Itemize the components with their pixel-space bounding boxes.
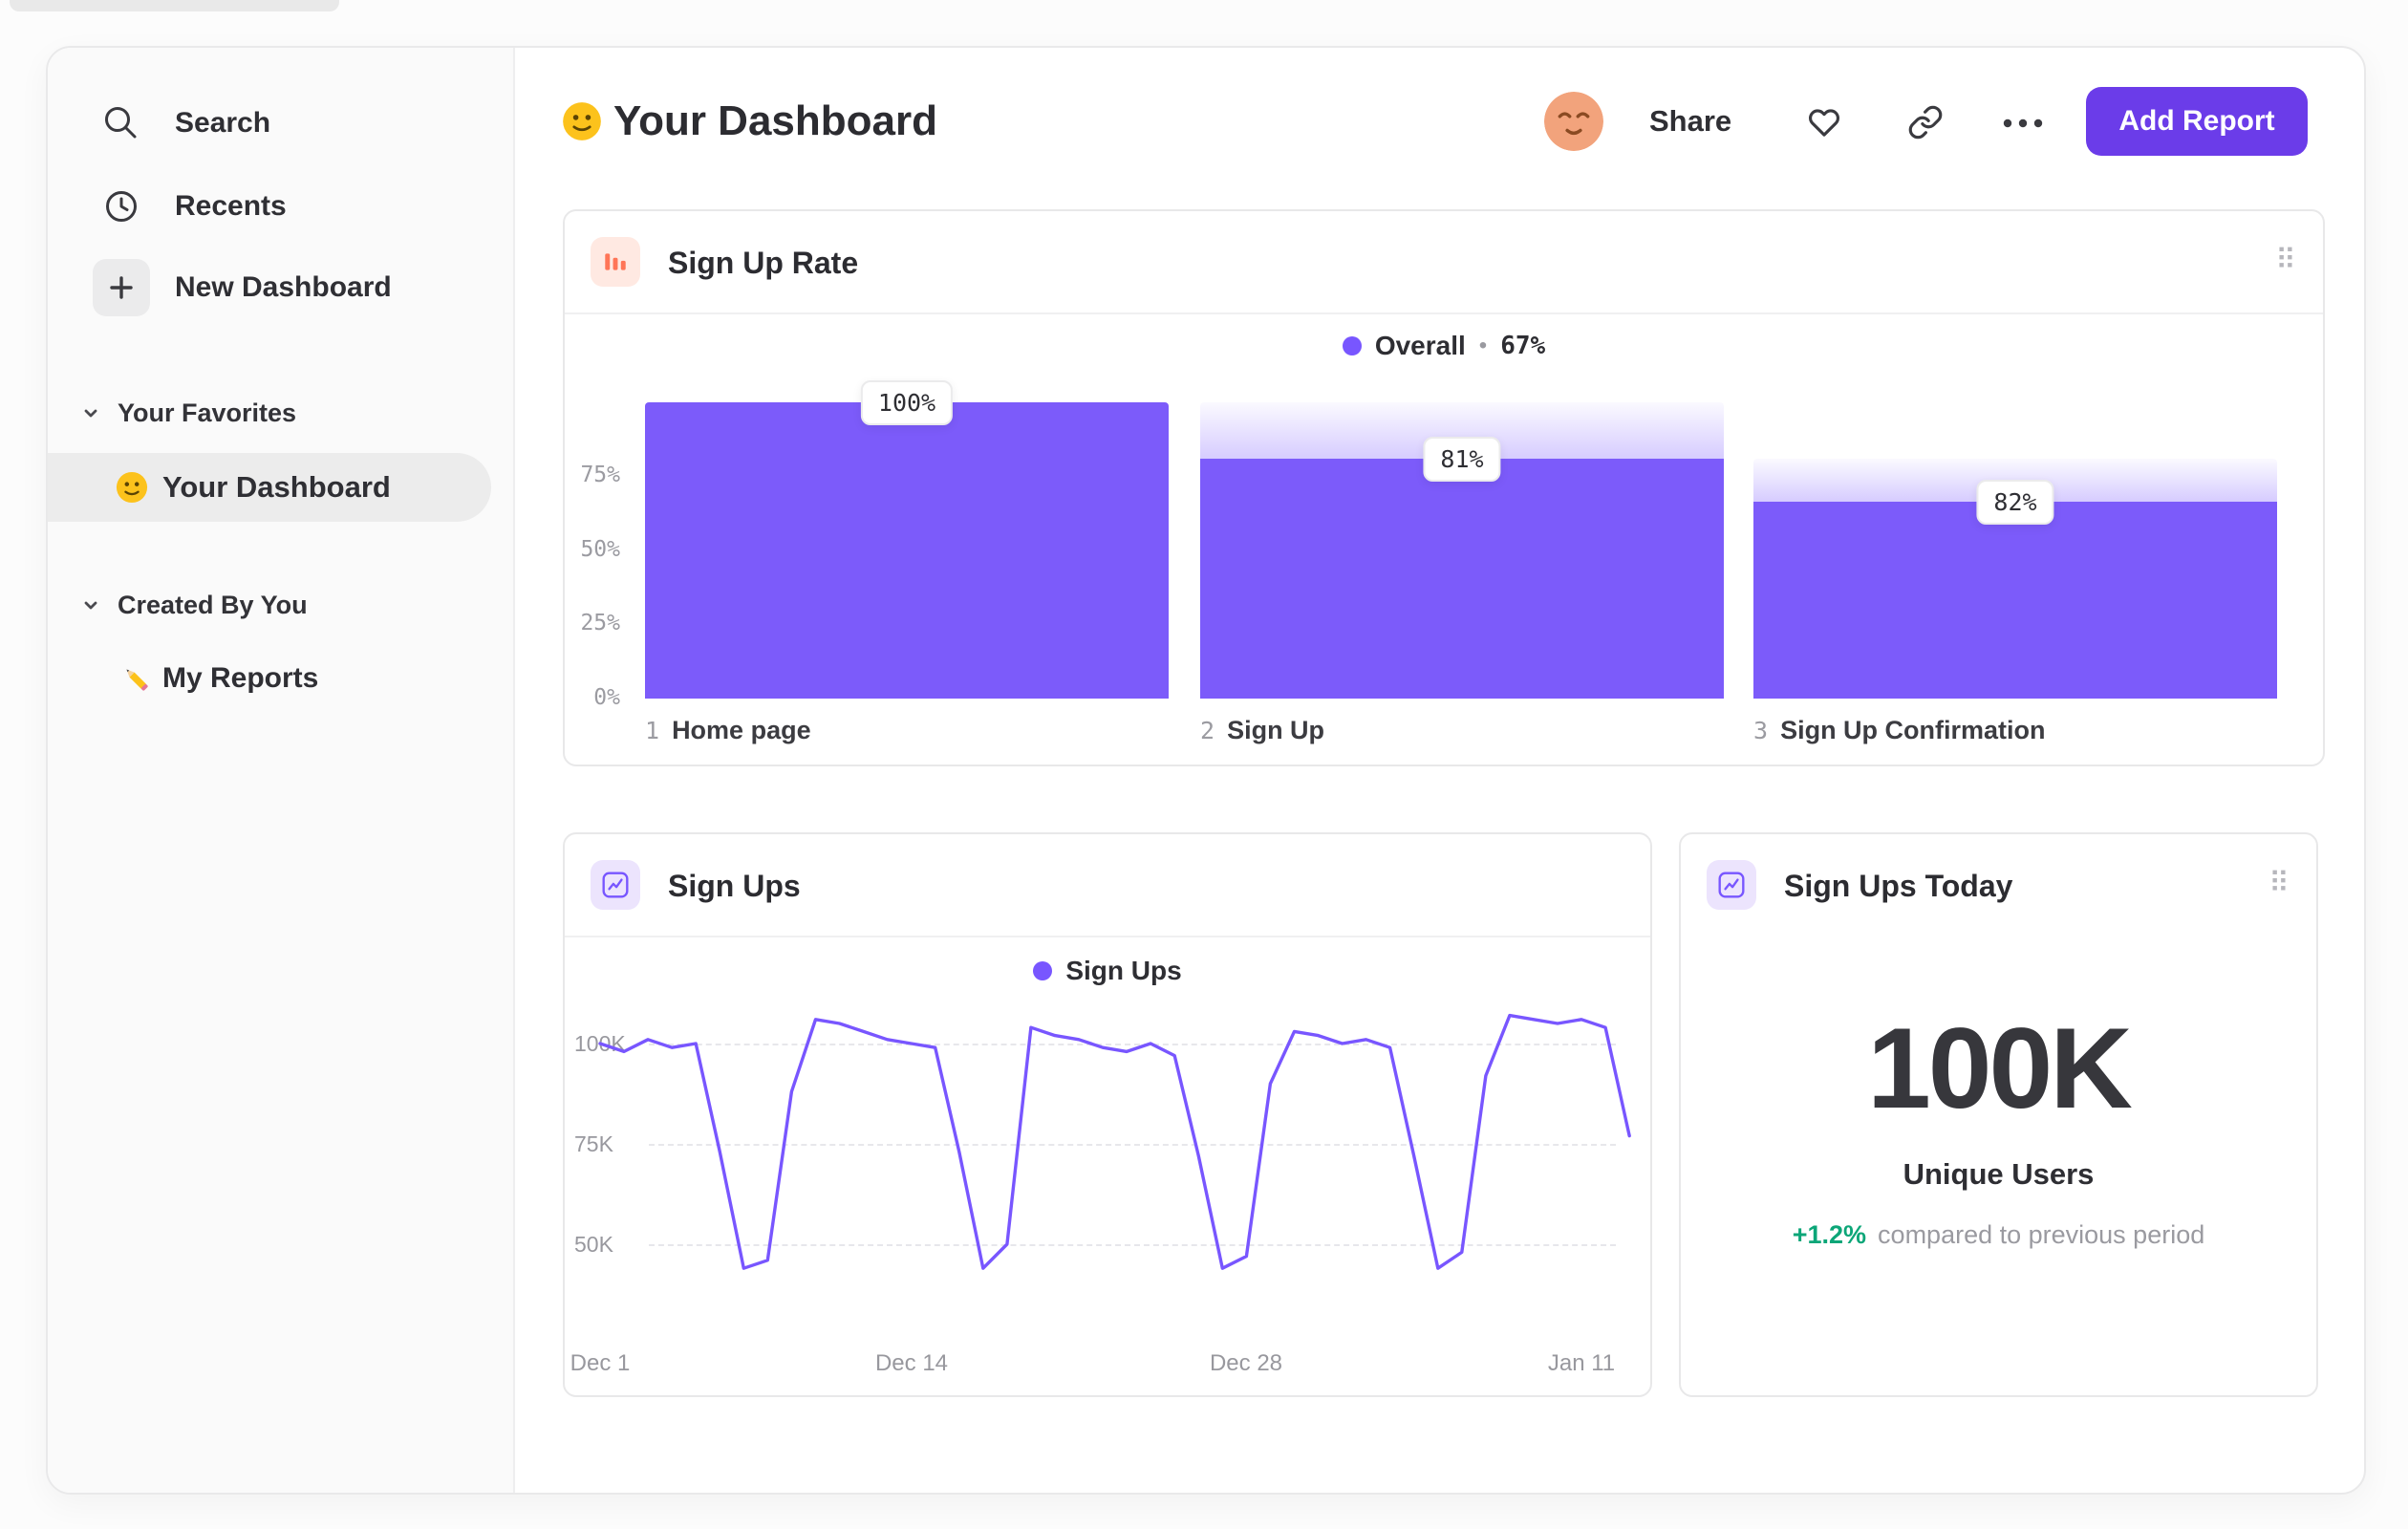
legend-dot-icon — [1033, 961, 1053, 980]
favorite-heart-button[interactable] — [1806, 104, 1842, 140]
delta-caption: compared to previous period — [1878, 1220, 2205, 1249]
funnel-plot-area: 100% 81% 82% — [565, 211, 2323, 764]
step-name: Sign Up — [1227, 716, 1325, 744]
sign-ups-card: Sign Ups Sign Ups 100K 75K 50K Dec 1 Dec… — [563, 832, 1652, 1397]
step-index: 3 — [1753, 717, 1769, 744]
section-title: Your Favorites — [118, 398, 297, 427]
chevron-down-icon — [81, 595, 100, 614]
search-icon — [100, 102, 142, 144]
gridline — [649, 1044, 1616, 1045]
dashboard-emoji — [562, 100, 602, 142]
copy-link-button[interactable] — [1907, 104, 1944, 140]
step-index: 1 — [645, 717, 660, 744]
more-options-button[interactable] — [2000, 105, 2046, 141]
sign-up-rate-card: Sign Up Rate ⠿ Overall • 67% 75% 50% 25%… — [563, 209, 2325, 766]
sidebar-item-search[interactable]: Search — [100, 82, 270, 164]
chevron-down-icon — [81, 403, 100, 422]
card-title: Sign Ups — [668, 869, 801, 903]
share-button[interactable]: Share — [1649, 100, 1731, 142]
legend-series: Sign Ups — [1065, 956, 1182, 985]
x-axis-tick: Dec 1 — [570, 1350, 631, 1376]
sidebar-item-label: Recents — [175, 190, 287, 222]
link-icon — [1907, 104, 1944, 140]
ellipsis-icon — [2000, 105, 2046, 141]
funnel-conversion-label: 82% — [1976, 480, 2054, 526]
sidebar-item-your-dashboard[interactable]: Your Dashboard — [48, 453, 491, 522]
step-name: Home page — [672, 716, 811, 744]
sidebar-section-your-favorites[interactable]: Your Favorites — [81, 394, 296, 432]
sidebar-item-recents[interactable]: Recents — [100, 165, 287, 248]
funnel-bar[interactable] — [1200, 458, 1724, 699]
drag-handle-icon[interactable]: ⠿ — [2268, 867, 2290, 900]
funnel-step-label: 2 Sign Up — [1200, 716, 1324, 745]
funnel-step-label: 1 Home page — [645, 716, 811, 745]
step-name: Sign Up Confirmation — [1780, 716, 2046, 744]
sidebar-item-new-dashboard[interactable]: New Dashboard — [93, 259, 392, 316]
line-chart-icon — [1707, 860, 1756, 910]
add-report-button[interactable]: Add Report — [2086, 87, 2308, 156]
x-axis-tick: Jan 11 — [1547, 1350, 1616, 1376]
section-title: Created By You — [118, 590, 308, 619]
sidebar: Search Recents New Dashboard Your Favori… — [48, 48, 515, 1493]
smiley-emoji — [116, 471, 148, 504]
sidebar-item-label: Search — [175, 107, 271, 139]
funnel-bar[interactable] — [1753, 502, 2277, 699]
pencil-emoji — [118, 661, 153, 696]
page-title: Your Dashboard — [613, 97, 938, 144]
gridline — [649, 1244, 1616, 1246]
sidebar-section-created-by-you[interactable]: Created By You — [81, 586, 308, 624]
share-label: Share — [1649, 104, 1732, 138]
step-index: 2 — [1200, 717, 1215, 744]
avatar[interactable] — [1544, 92, 1603, 151]
stat-metric-label: Unique Users — [1903, 1157, 2095, 1191]
delta-value: +1.2% — [1792, 1220, 1867, 1249]
line-legend[interactable]: Sign Ups — [565, 953, 1650, 989]
sidebar-item-my-reports[interactable]: My Reports — [118, 644, 318, 713]
x-axis-tick: Dec 28 — [1209, 1350, 1283, 1376]
background-window-edge — [10, 0, 339, 11]
app-window: Search Recents New Dashboard Your Favori… — [46, 46, 2366, 1495]
funnel-bar[interactable] — [645, 402, 1169, 699]
sidebar-item-label: New Dashboard — [175, 271, 392, 303]
card-title: Sign Ups Today — [1784, 869, 2013, 903]
stat-value: 100K — [1867, 1004, 2133, 1132]
y-axis-tick: 75K — [574, 1131, 613, 1156]
sidebar-item-label: Your Dashboard — [162, 470, 391, 504]
funnel-step-label: 3 Sign Up Confirmation — [1753, 716, 2046, 745]
divider — [565, 936, 1650, 937]
x-axis-tick: Dec 14 — [874, 1350, 949, 1376]
sidebar-item-label: My Reports — [162, 662, 319, 694]
stat-delta-row: +1.2% compared to previous period — [1681, 1220, 2316, 1250]
page-title-row: Your Dashboard — [613, 96, 937, 147]
heart-icon — [1806, 104, 1842, 140]
funnel-conversion-label: 81% — [1423, 436, 1501, 482]
sign-ups-line-chart — [598, 1013, 1631, 1270]
y-axis-tick: 100K — [574, 1031, 626, 1056]
funnel-conversion-label: 100% — [860, 380, 954, 425]
y-axis-tick: 50K — [574, 1232, 613, 1257]
gridline — [649, 1144, 1616, 1146]
sign-ups-today-card: Sign Ups Today ⠿ 100K Unique Users +1.2%… — [1679, 832, 2318, 1397]
clock-icon — [100, 185, 142, 227]
plus-icon — [93, 259, 150, 316]
line-chart-icon — [591, 860, 640, 910]
